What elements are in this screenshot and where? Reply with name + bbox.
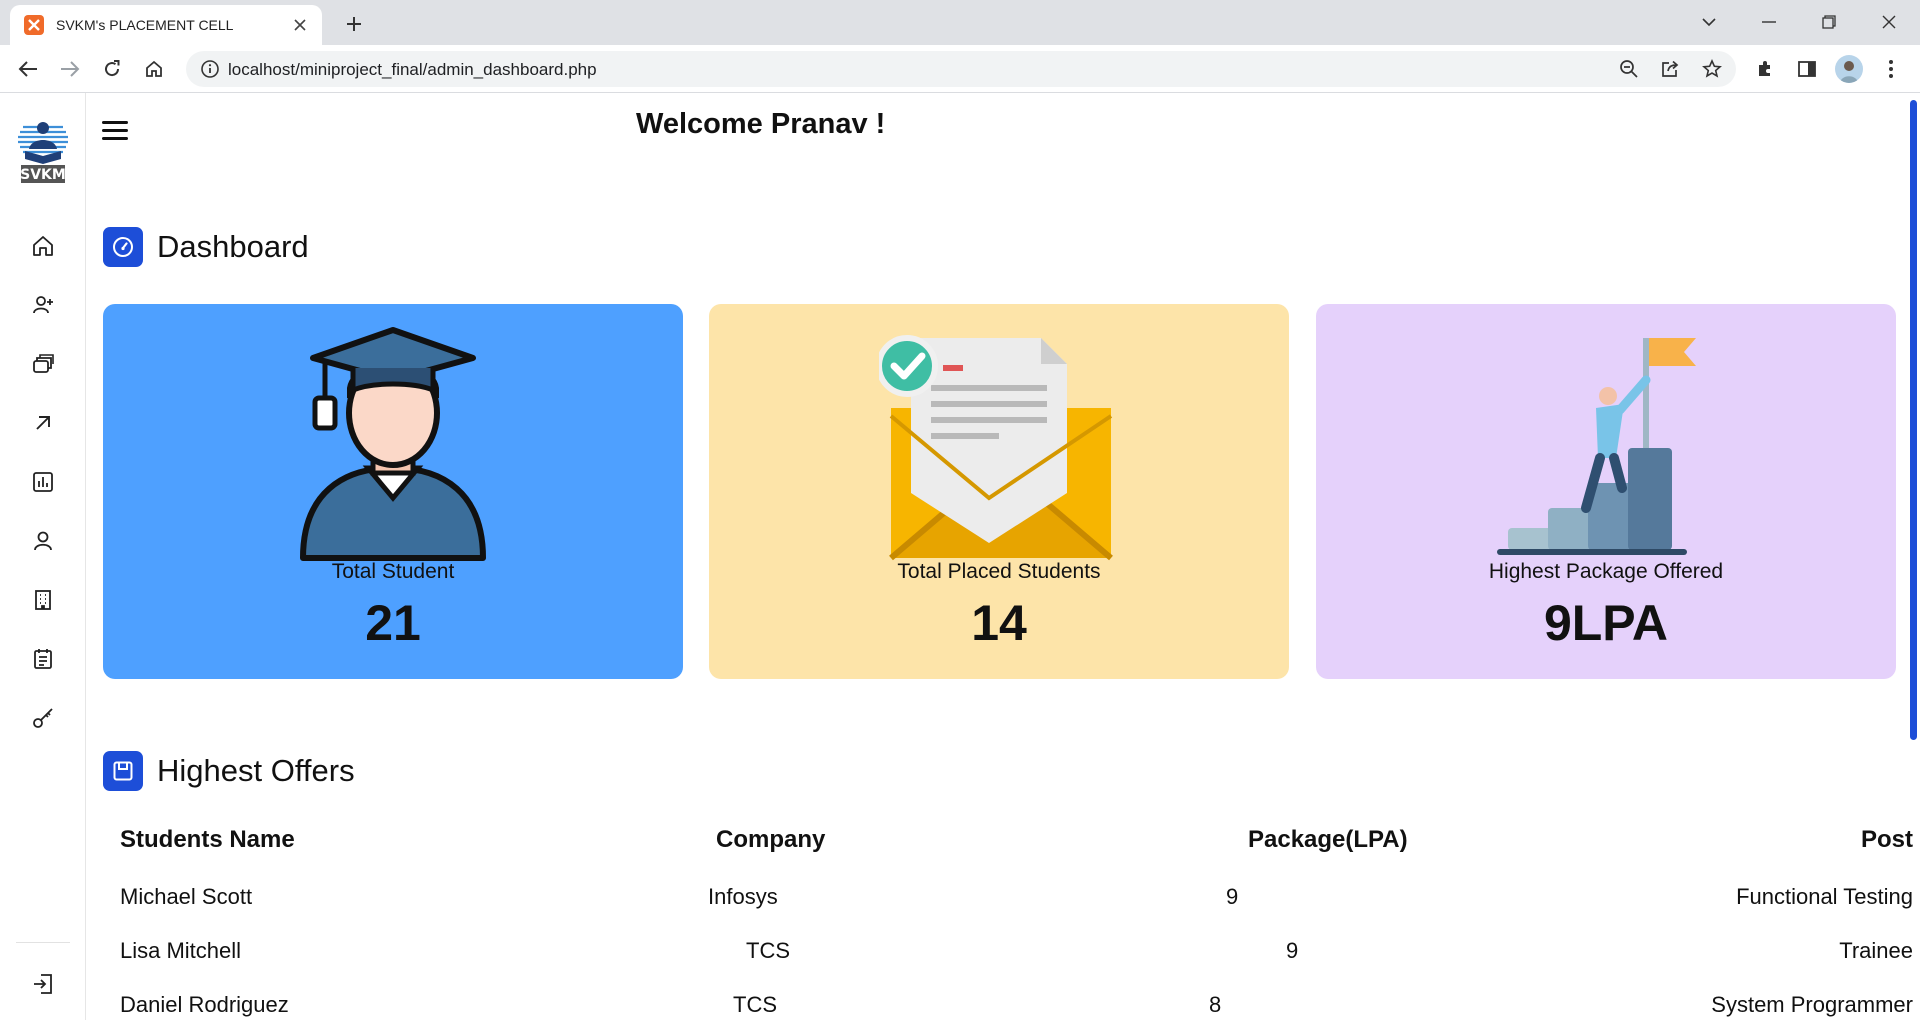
hamburger-menu-icon[interactable]: [102, 116, 134, 144]
save-icon: [103, 751, 143, 791]
cell-post: Trainee: [1839, 938, 1913, 963]
sidebar-item-records[interactable]: [26, 347, 60, 381]
sidebar-item-change-password[interactable]: [26, 701, 60, 735]
minimize-icon[interactable]: [1754, 8, 1784, 36]
highest-offers-title: Highest Offers: [157, 753, 355, 788]
new-tab-icon[interactable]: [340, 10, 368, 38]
total-students-card: Total Student 21: [103, 304, 683, 679]
sidebar-item-statistics[interactable]: [26, 465, 60, 499]
card-value: 9LPA: [1543, 595, 1669, 651]
reload-icon[interactable]: [98, 55, 126, 83]
highest-package-card: Highest Package Offered 9LPA: [1316, 304, 1896, 679]
key-icon: [31, 706, 55, 730]
offer-letter-envelope-icon: [879, 318, 1119, 568]
restore-icon[interactable]: [1814, 8, 1844, 36]
cell-student-name: Lisa Mitchell: [120, 938, 242, 963]
cell-student-name: Daniel Rodriguez: [120, 992, 289, 1017]
column-header-name: Students Name: [120, 826, 295, 853]
arrow-up-right-icon: [31, 411, 55, 435]
welcome-heading: Welcome Pranav !: [636, 108, 886, 140]
browser-tab[interactable]: SVKM's PLACEMENT CELL: [10, 5, 322, 45]
site-info-icon[interactable]: [200, 59, 220, 79]
column-header-post: Post: [1860, 826, 1913, 853]
svkm-logo: SVKM: [15, 115, 71, 187]
cell-student-name: Michael Scott: [120, 884, 253, 909]
logo-text: SVKM: [20, 167, 66, 183]
share-icon[interactable]: [1656, 55, 1684, 83]
goal-flag-climber-icon: [1486, 318, 1726, 568]
dashboard-section-header: Dashboard: [103, 227, 309, 267]
forward-arrow-icon[interactable]: [56, 55, 84, 83]
speedometer-icon: [103, 227, 143, 267]
cell-package: 9: [1226, 884, 1239, 909]
cell-company: TCS: [733, 992, 777, 1017]
home-page-icon[interactable]: [140, 55, 168, 83]
card-value: 14: [971, 595, 1027, 651]
url-text: localhost/miniproject_final/admin_dashbo…: [228, 60, 597, 79]
sidebar-item-home[interactable]: [26, 229, 60, 263]
card-label: Total Student: [331, 560, 455, 583]
cell-company: Infosys: [708, 884, 778, 909]
browser-toolbar: localhost/miniproject_final/admin_dashbo…: [0, 45, 1920, 93]
sidebar-item-companies[interactable]: [26, 583, 60, 617]
extensions-puzzle-icon[interactable]: [1751, 55, 1779, 83]
profile-avatar[interactable]: [1835, 55, 1863, 83]
placed-students-card: Total Placed Students 14: [709, 304, 1289, 679]
cell-post: System Programmer: [1711, 992, 1913, 1017]
cell-package: 8: [1209, 992, 1222, 1017]
highest-offers-section-header: Highest Offers: [103, 751, 355, 791]
logout-icon: [31, 972, 55, 996]
building-icon: [31, 588, 55, 612]
sidebar-divider: [16, 942, 70, 943]
browser-menu-icon[interactable]: [1877, 55, 1905, 83]
sidebar-item-notices[interactable]: [26, 642, 60, 676]
add-user-icon: [31, 293, 55, 317]
stack-icon: [31, 352, 55, 376]
column-header-package: Package(LPA): [1248, 826, 1408, 853]
dashboard-title: Dashboard: [157, 229, 309, 264]
card-label: Total Placed Students: [897, 560, 1101, 583]
cell-post: Functional Testing: [1736, 884, 1913, 909]
tab-title: SVKM's PLACEMENT CELL: [56, 17, 234, 33]
logout-button[interactable]: [26, 967, 60, 1001]
sidebar-item-add-student[interactable]: [26, 288, 60, 322]
sidebar-item-profile[interactable]: [26, 524, 60, 558]
cell-package: 9: [1286, 938, 1299, 963]
tab-search-chevron-icon[interactable]: [1694, 8, 1724, 36]
bookmark-star-icon[interactable]: [1698, 55, 1726, 83]
xampp-favicon-icon: [24, 15, 44, 35]
bar-chart-icon: [31, 470, 55, 494]
card-value: 21: [365, 595, 421, 651]
column-header-company: Company: [716, 826, 826, 853]
page-scrollbar[interactable]: [1910, 100, 1917, 740]
close-window-icon[interactable]: [1874, 8, 1904, 36]
graduate-icon: [273, 318, 513, 568]
address-bar[interactable]: localhost/miniproject_final/admin_dashbo…: [186, 51, 1736, 87]
back-arrow-icon[interactable]: [14, 55, 42, 83]
zoom-icon[interactable]: [1615, 55, 1643, 83]
browser-tabstrip: SVKM's PLACEMENT CELL: [0, 0, 1920, 45]
clipboard-icon: [31, 647, 55, 671]
cell-company: TCS: [746, 938, 790, 963]
home-icon: [31, 234, 55, 258]
side-panel-icon[interactable]: [1793, 55, 1821, 83]
sidebar: SVKM: [0, 93, 86, 1020]
card-label: Highest Package Offered: [1488, 560, 1724, 583]
user-icon: [31, 529, 55, 553]
tab-close-icon[interactable]: [290, 15, 310, 35]
sidebar-item-placements[interactable]: [26, 406, 60, 440]
